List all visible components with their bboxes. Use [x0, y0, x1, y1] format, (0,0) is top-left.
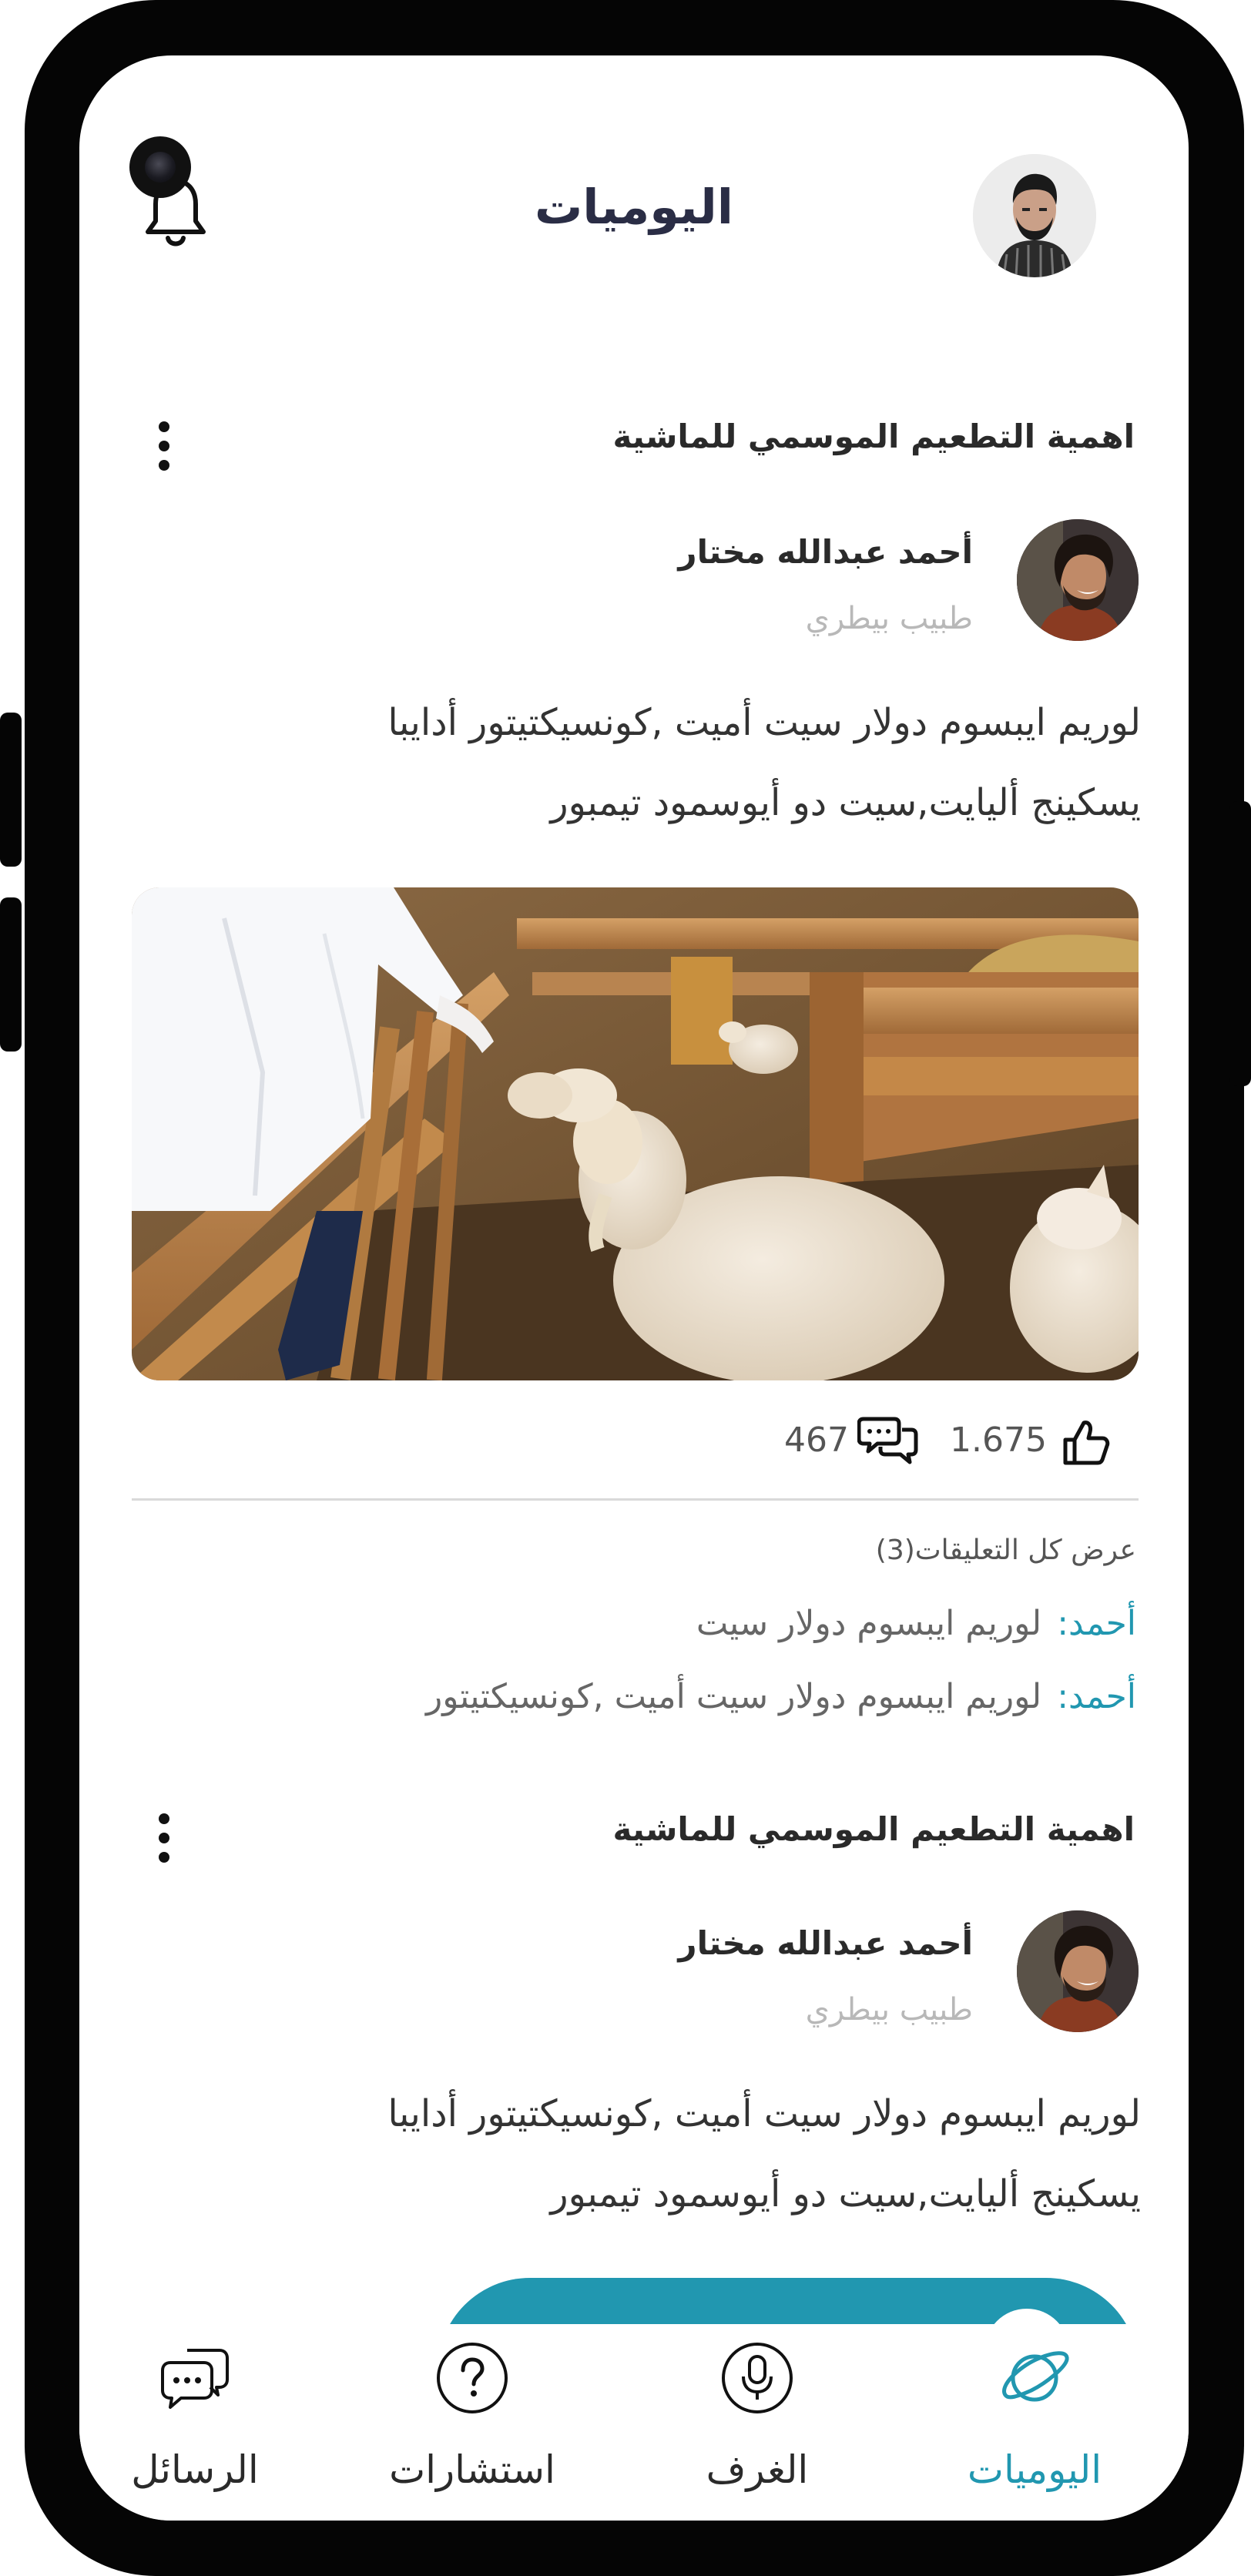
comment-author[interactable]: أحمد: — [1057, 1604, 1136, 1643]
app-screen: اليوميات اهمية التطعيم الموسمي للماشية أ… — [79, 55, 1189, 2521]
post-body-line: لوريم ايبسوم دولار سيت أميت ,كونسيكتيتور… — [387, 2092, 1141, 2135]
nav-item-consultations[interactable]: استشارات — [357, 2324, 588, 2521]
comment-item: أحمد: لوريم ايبسوم دولار سيت — [135, 1604, 1136, 1643]
nav-label: استشارات — [389, 2447, 555, 2492]
likes-count: 1.675 — [950, 1420, 1047, 1460]
divider — [132, 1498, 1139, 1501]
author-avatar[interactable] — [1017, 519, 1139, 641]
post-title[interactable]: اهمية التطعيم الموسمي للماشية — [441, 1810, 1135, 1848]
nav-label: الغرف — [706, 2447, 809, 2492]
comments-icon — [857, 1417, 918, 1464]
post-body-line: يسكينج أليايت,سيت دو أيوسمود تيمبور — [550, 781, 1141, 824]
chat-bubbles-icon — [156, 2340, 233, 2417]
comment-text: لوريم ايبسوم دولار سيت — [696, 1604, 1042, 1643]
post-title[interactable]: اهمية التطعيم الموسمي للماشية — [441, 418, 1135, 455]
comment-text: لوريم ايبسوم دولار سيت أميت ,كونسيكتيتور — [426, 1677, 1042, 1716]
nav-label: اليوميات — [967, 2447, 1102, 2492]
post-body-line: لوريم ايبسوم دولار سيت أميت ,كونسيكتيتور… — [387, 701, 1141, 744]
author-role: طبيب بيطري — [805, 601, 973, 636]
nav-label: الرسائل — [131, 2447, 259, 2492]
thumbs-up-icon — [1063, 1420, 1110, 1465]
planet-icon — [996, 2340, 1073, 2417]
bottom-nav: اليوميات الغرف استشارات الرسائل — [79, 2324, 1189, 2521]
view-all-comments-link[interactable]: عرض كل التعليقات(3) — [520, 1535, 1136, 1566]
power-button — [1229, 801, 1251, 1086]
author-name[interactable]: أحمد عبدالله مختار — [434, 533, 973, 571]
user-avatar[interactable] — [973, 154, 1096, 277]
post-body: لوريم ايبسوم دولار سيت أميت ,كونسيكتيتور… — [139, 2074, 1141, 2234]
more-options-icon[interactable] — [156, 1813, 172, 1875]
more-options-icon[interactable] — [156, 421, 172, 483]
nav-item-diaries[interactable]: اليوميات — [919, 2324, 1150, 2521]
author-avatar[interactable] — [1017, 1910, 1139, 2032]
nav-item-rooms[interactable]: الغرف — [642, 2324, 873, 2521]
microphone-icon — [719, 2340, 796, 2417]
comments-count: 467 — [784, 1420, 849, 1460]
comment-item: أحمد: لوريم ايبسوم دولار سيت أميت ,كونسيك… — [135, 1677, 1136, 1716]
question-icon — [434, 2340, 511, 2417]
comments-button[interactable] — [857, 1411, 919, 1465]
author-name[interactable]: أحمد عبدالله مختار — [434, 1924, 973, 1962]
like-button[interactable] — [1058, 1415, 1112, 1469]
volume-down-button — [0, 897, 22, 1052]
nav-item-messages[interactable]: الرسائل — [79, 2324, 310, 2521]
post-body: لوريم ايبسوم دولار سيت أميت ,كونسيكتيتور… — [139, 683, 1141, 843]
post-body-line: يسكينج أليايت,سيت دو أيوسمود تيمبور — [550, 2172, 1141, 2215]
page-title: اليوميات — [535, 179, 733, 235]
post-image[interactable] — [132, 887, 1139, 1380]
comment-author[interactable]: أحمد: — [1057, 1677, 1136, 1716]
author-role: طبيب بيطري — [805, 1992, 973, 2028]
volume-up-button — [0, 713, 22, 867]
front-camera — [129, 136, 191, 198]
